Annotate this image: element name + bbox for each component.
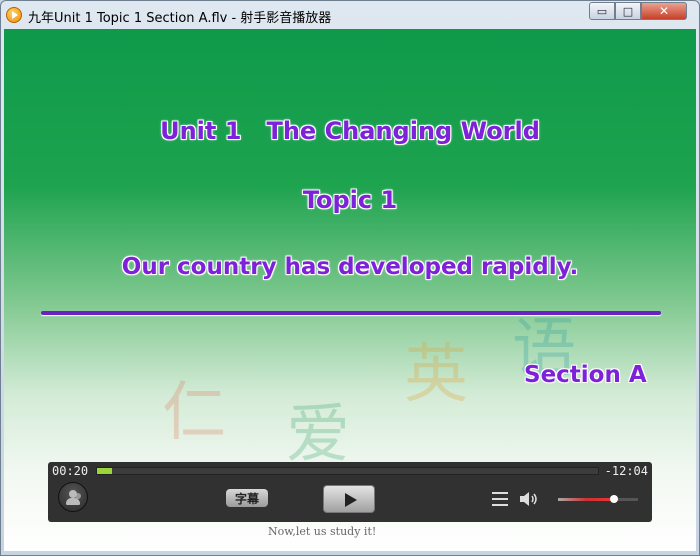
video-area[interactable]: 仁 爱 英 语 Unit 1 The Changing World Topic … xyxy=(4,29,696,551)
volume-slider[interactable] xyxy=(558,495,638,503)
users-icon[interactable] xyxy=(58,482,88,512)
slide-subtitle: Our country has developed rapidly. xyxy=(121,254,579,280)
title-bar[interactable]: 九年Unit 1 Topic 1 Section A.flv - 射手影音播放器… xyxy=(1,1,700,29)
video-caption: Now,let us study it! xyxy=(268,525,377,538)
time-elapsed: 00:20 xyxy=(52,464,89,478)
volume-level xyxy=(558,498,614,501)
player-controls: 00:20 -12:04 字幕 xyxy=(48,462,652,522)
watermark-char: 仁 xyxy=(162,376,226,450)
window-title: 九年Unit 1 Topic 1 Section A.flv - 射手影音播放器 xyxy=(28,11,332,26)
maximize-button[interactable]: □ xyxy=(615,2,641,20)
slide-topic: Topic 1 xyxy=(302,186,398,214)
subtitle-button[interactable]: 字幕 xyxy=(226,489,268,507)
watermark-char: 英 xyxy=(404,338,468,412)
volume-icon[interactable] xyxy=(519,491,539,507)
slide-divider xyxy=(41,311,661,315)
seek-progress xyxy=(97,468,113,474)
minimize-icon: ▭ xyxy=(596,4,608,18)
seek-bar[interactable] xyxy=(96,467,599,475)
section-label: Section A xyxy=(524,362,647,388)
maximize-icon: □ xyxy=(622,4,634,18)
slide-title: Unit 1 The Changing World xyxy=(160,117,540,145)
volume-knob[interactable] xyxy=(610,495,618,503)
app-icon[interactable] xyxy=(6,7,22,23)
player-window: 九年Unit 1 Topic 1 Section A.flv - 射手影音播放器… xyxy=(0,0,700,556)
time-remaining: -12:04 xyxy=(604,464,648,478)
close-button[interactable]: ✕ xyxy=(641,2,687,20)
playlist-icon[interactable] xyxy=(492,492,508,506)
play-button[interactable] xyxy=(323,485,375,513)
minimize-button[interactable]: ▭ xyxy=(589,2,615,20)
close-icon: ✕ xyxy=(658,4,670,18)
